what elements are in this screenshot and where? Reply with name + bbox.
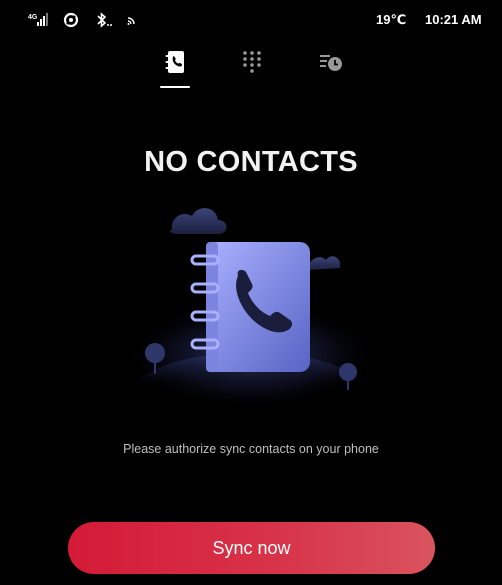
- data-sync-icon: [63, 12, 79, 28]
- status-bar: 4G 19℃ 10:21 AM: [0, 0, 502, 40]
- signal-4g-icon: 4G: [28, 12, 50, 28]
- bluetooth-icon: [95, 12, 113, 28]
- page-title: NO CONTACTS: [144, 146, 358, 178]
- clock-label: 10:21 AM: [425, 12, 482, 27]
- call-history-icon: [318, 50, 344, 90]
- active-tab-indicator: [160, 86, 190, 88]
- tab-dialpad[interactable]: [235, 50, 269, 90]
- contacts-book-illustration: [120, 190, 382, 420]
- dialpad-icon: [241, 50, 263, 90]
- temperature-label: 19℃: [376, 12, 407, 27]
- svg-text:4G: 4G: [28, 14, 38, 21]
- sync-now-button[interactable]: Sync now: [68, 522, 435, 574]
- tab-contacts[interactable]: [158, 50, 192, 90]
- contacts-book-icon: [164, 50, 186, 90]
- cast-icon: [126, 12, 138, 28]
- tab-call-history[interactable]: [314, 50, 348, 90]
- sync-authorization-message: Please authorize sync contacts on your p…: [123, 442, 379, 456]
